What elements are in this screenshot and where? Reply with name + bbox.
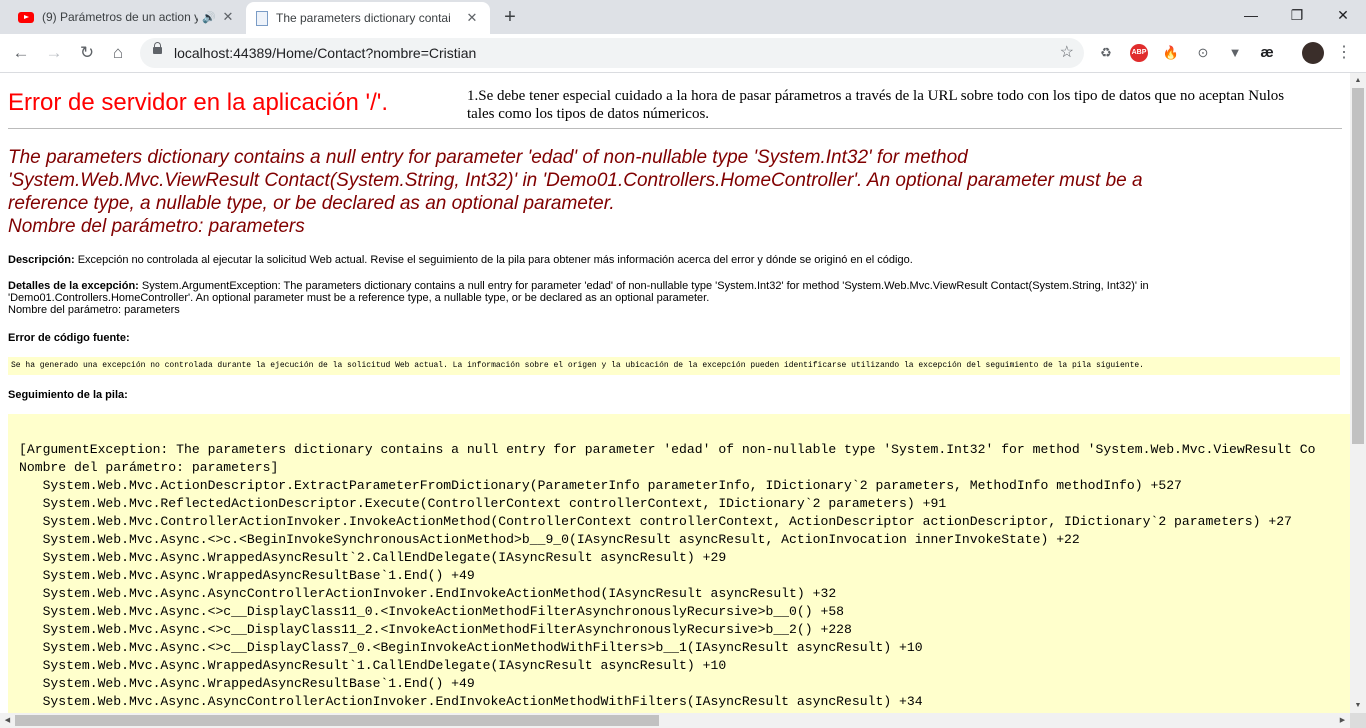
scrollbar-corner	[1350, 713, 1366, 728]
youtube-icon	[18, 11, 34, 23]
close-window-button[interactable]: ✕	[1320, 0, 1366, 30]
scroll-up-arrow-icon[interactable]: ▲	[1350, 73, 1366, 88]
reload-button[interactable]: ↻	[75, 41, 99, 65]
stack-line: System.Web.Mvc.Async.WrappedAsyncResult`…	[19, 658, 727, 673]
new-tab-button[interactable]: +	[498, 5, 522, 29]
stack-line: System.Web.Mvc.ControllerActionInvoker.I…	[19, 514, 1292, 529]
source-error-label: Error de código fuente:	[8, 332, 130, 344]
description-block: Descripción: Excepción no controlada al …	[8, 254, 1328, 266]
close-tab-icon[interactable]: ✕	[464, 10, 480, 26]
horizontal-scrollbar[interactable]: ◀ ▶	[0, 713, 1350, 728]
adblock-plus-icon[interactable]: ABP	[1130, 44, 1148, 62]
scroll-right-arrow-icon[interactable]: ▶	[1335, 713, 1350, 728]
tab-youtube[interactable]: (9) Parámetros de un action y 🔊 ✕	[8, 0, 246, 34]
stack-line: System.Web.Mvc.Async.<>c__DisplayClass11…	[19, 622, 852, 637]
forward-button[interactable]: →	[42, 41, 66, 65]
exception-label: Detalles de la excepción:	[8, 280, 139, 292]
source-error-box: Se ha generado una excepción no controla…	[8, 357, 1340, 375]
back-button[interactable]: ←	[9, 41, 33, 65]
tab-title: The parameters dictionary contai	[276, 11, 451, 25]
page-title: Error de servidor en la aplicación '/'.	[8, 89, 389, 116]
header-row: Error de servidor en la aplicación '/'. …	[8, 87, 1342, 127]
stack-line: System.Web.Mvc.Async.AsyncControllerActi…	[19, 586, 837, 601]
vertical-scroll-thumb[interactable]	[1352, 88, 1364, 444]
stack-line: System.Web.Mvc.ReflectedActionDescriptor…	[19, 496, 947, 511]
stack-line: System.Web.Mvc.Async.<>c__DisplayClass11…	[19, 604, 845, 619]
stack-line: System.Web.Mvc.Async.WrappedAsyncResult`…	[19, 550, 727, 565]
stack-line: [ArgumentException: The parameters dicti…	[19, 442, 1316, 457]
note-text: 1.Se debe tener especial cuidado a la ho…	[467, 88, 1285, 122]
profile-avatar[interactable]	[1302, 42, 1324, 64]
stack-line: System.Web.Mvc.Async.<>c__DisplayClass7_…	[19, 640, 923, 655]
stack-trace-label: Seguimiento de la pila:	[8, 389, 128, 401]
stack-line: System.Web.Mvc.Async.WrappedAsyncResultB…	[19, 676, 475, 691]
close-tab-icon[interactable]: ✕	[220, 9, 236, 25]
vertical-scrollbar[interactable]: ▲ ▼	[1350, 73, 1366, 713]
divider	[8, 128, 1342, 129]
stack-line: System.Web.Mvc.Async.AsyncControllerActi…	[19, 694, 923, 709]
tab-active[interactable]: The parameters dictionary contai ✕	[246, 2, 490, 34]
description-text: Excepción no controlada al ejecutar la s…	[77, 254, 913, 266]
horizontal-scroll-thumb[interactable]	[15, 715, 659, 726]
fire-extension-icon[interactable]: 🔥	[1161, 43, 1181, 63]
bookmark-star-icon[interactable]: ☆	[1060, 38, 1074, 68]
error-title-line: 'System.Web.Mvc.ViewResult Contact(Syste…	[8, 170, 1143, 191]
lock-icon[interactable]	[153, 42, 162, 54]
address-bar[interactable]: localhost:44389/Home/Contact?nombre=Cris…	[140, 38, 1084, 68]
scroll-down-arrow-icon[interactable]: ▼	[1350, 698, 1366, 713]
ae-extension-icon[interactable]: æ	[1257, 43, 1277, 63]
stack-line: Nombre del parámetro: parameters]	[19, 460, 279, 475]
url-text[interactable]: localhost:44389/Home/Contact?nombre=Cris…	[174, 38, 476, 68]
exception-line: System.ArgumentException: The parameters…	[141, 280, 1149, 292]
scroll-left-arrow-icon[interactable]: ◀	[0, 713, 15, 728]
stack-line: System.Web.Mvc.Async.WrappedAsyncResultB…	[19, 568, 475, 583]
document-icon	[256, 10, 268, 26]
stack-line: System.Web.Mvc.Async.<>c.<BeginInvokeSyn…	[19, 532, 1080, 547]
maximize-button[interactable]: ❐	[1274, 0, 1320, 30]
exception-line: Nombre del parámetro: parameters	[8, 304, 180, 316]
menu-icon[interactable]: ⋮	[1334, 43, 1354, 63]
home-button[interactable]: ⌂	[106, 41, 130, 65]
recycle-extension-icon[interactable]: ♻	[1096, 43, 1116, 63]
code-extension-icon[interactable]: ⊙	[1193, 43, 1213, 63]
exception-details-block: Detalles de la excepción: System.Argumen…	[8, 280, 1328, 316]
description-label: Descripción:	[8, 254, 75, 266]
v-extension-icon[interactable]: ▼	[1225, 43, 1245, 63]
tab-title: (9) Parámetros de un action y	[42, 10, 199, 24]
error-title: The parameters dictionary contains a nul…	[8, 146, 1328, 238]
stack-line: System.Web.Mvc.ActionDescriptor.ExtractP…	[19, 478, 1182, 493]
speaker-icon[interactable]: 🔊	[202, 11, 216, 24]
error-title-line: reference type, a nullable type, or be d…	[8, 193, 615, 214]
exception-line: 'Demo01.Controllers.HomeController'. An …	[8, 292, 710, 304]
error-title-line: Nombre del parámetro: parameters	[8, 216, 305, 237]
page-content: Error de servidor en la aplicación '/'. …	[0, 73, 1350, 713]
error-title-line: The parameters dictionary contains a nul…	[8, 147, 968, 168]
browser-toolbar: ← → ↻ ⌂ localhost:44389/Home/Contact?nom…	[0, 34, 1366, 73]
tab-strip: (9) Parámetros de un action y 🔊 ✕ The pa…	[0, 0, 1366, 34]
minimize-button[interactable]: —	[1228, 0, 1274, 30]
stack-trace-box: [ArgumentException: The parameters dicti…	[8, 414, 1350, 713]
stack-trace: [ArgumentException: The parameters dicti…	[19, 441, 1316, 711]
